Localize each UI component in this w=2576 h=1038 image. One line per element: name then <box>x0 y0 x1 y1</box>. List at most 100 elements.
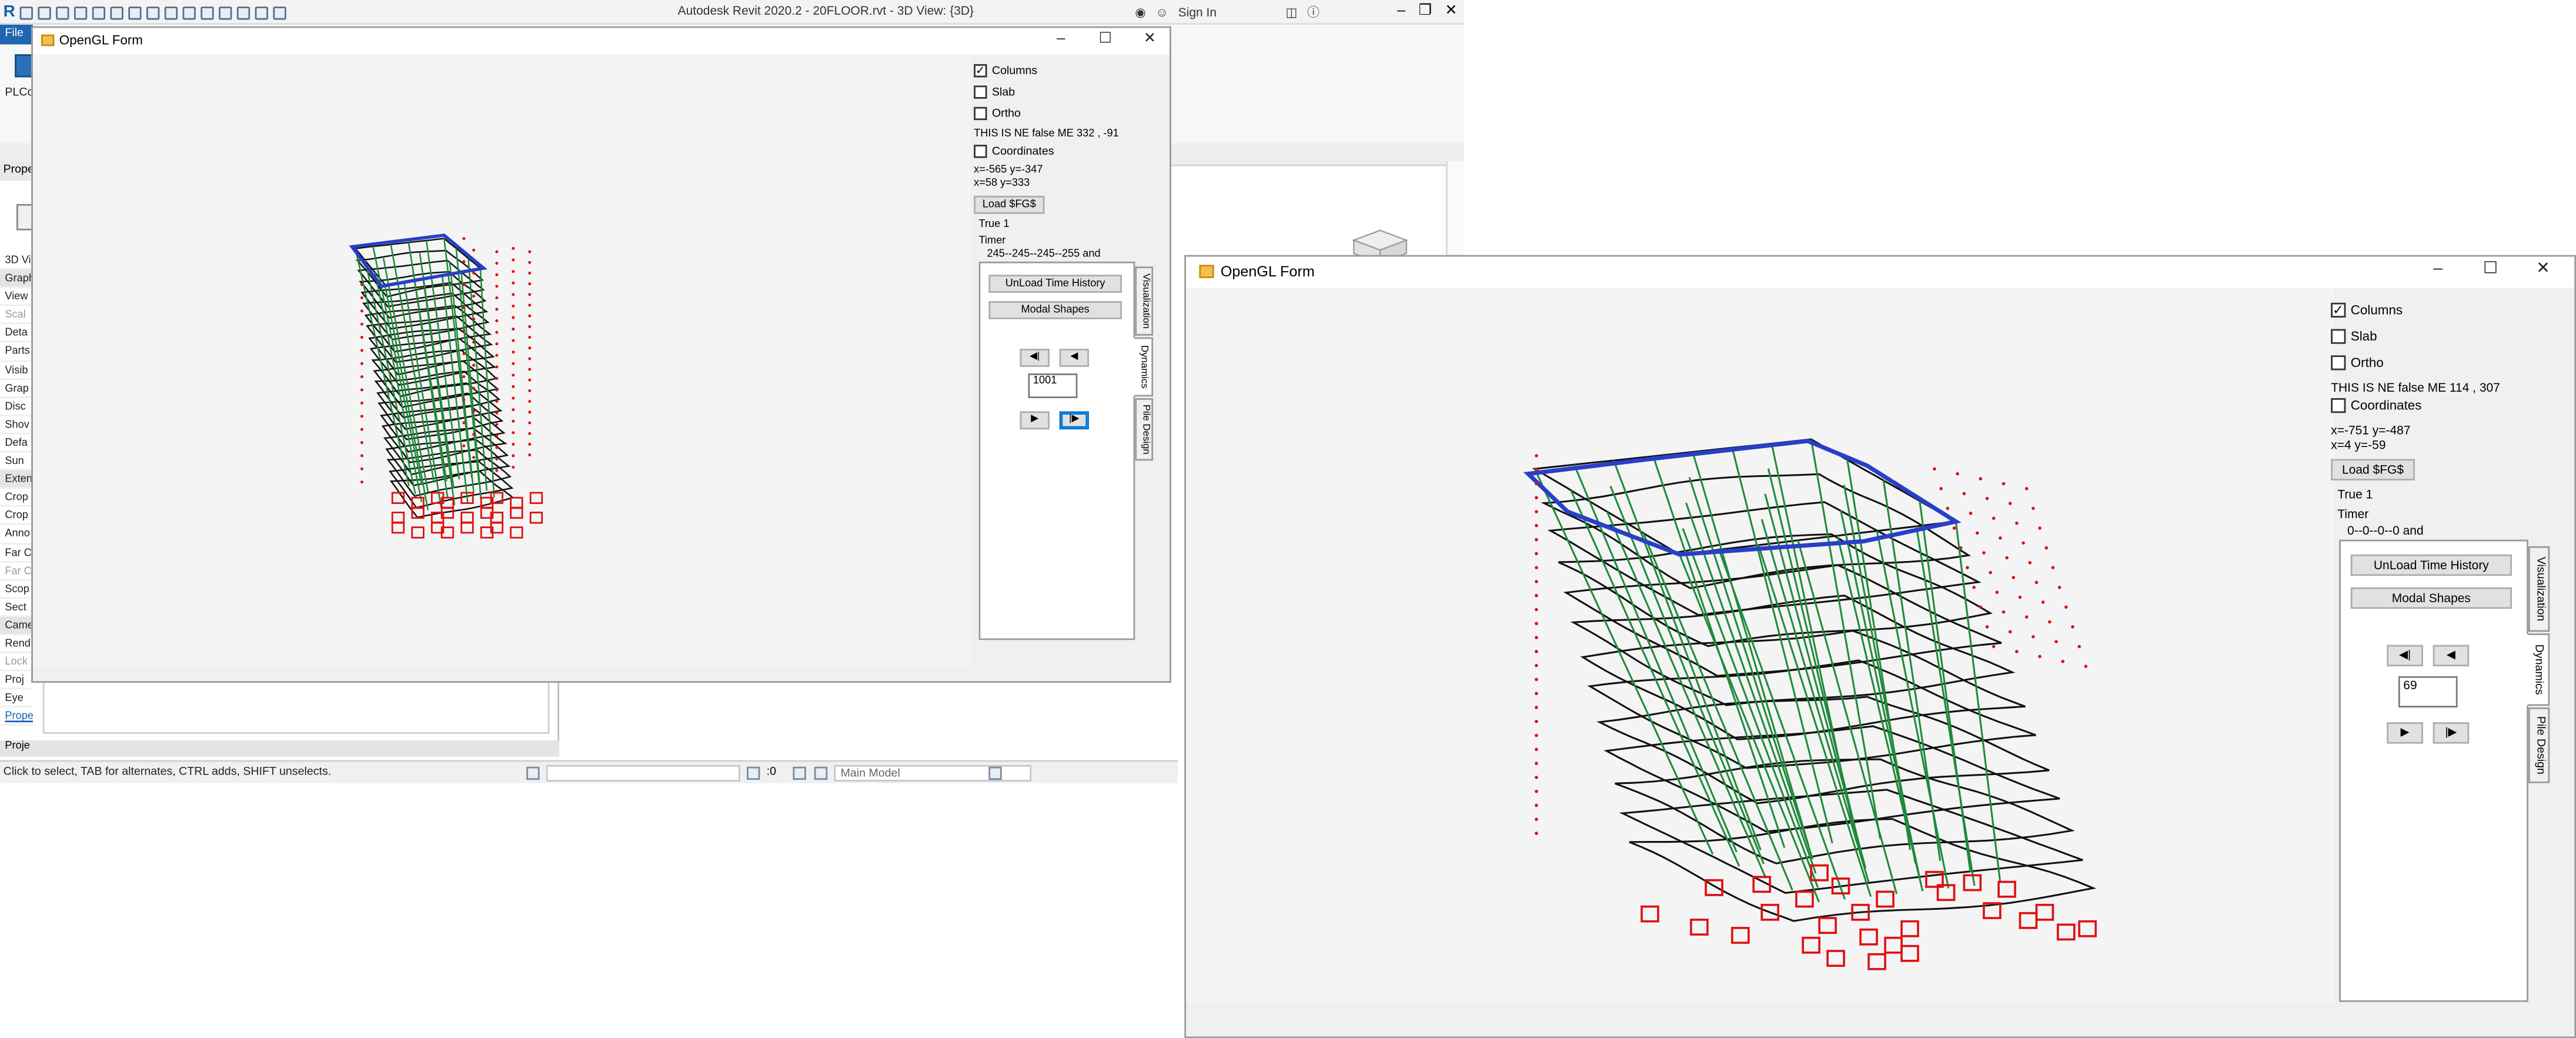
prop-row[interactable]: Parts <box>0 343 33 362</box>
first-frame-button[interactable]: ◀| <box>2387 645 2423 667</box>
prop-row[interactable]: Disc <box>0 398 33 416</box>
prop-row[interactable]: Crop <box>0 508 33 526</box>
prev-frame-button[interactable]: ◀ <box>2433 645 2470 667</box>
play-button[interactable]: ▶ <box>2387 722 2423 744</box>
prop-row[interactable]: Defa <box>0 434 33 453</box>
tab-pile-design[interactable]: Pile Design <box>1135 398 1154 461</box>
coordinates-checkbox[interactable] <box>974 145 987 158</box>
revit-minimize-icon[interactable]: – <box>1397 2 1405 20</box>
revit-close-icon[interactable]: ✕ <box>1445 2 1458 20</box>
switch-windows-icon[interactable] <box>273 5 287 19</box>
slab-checkbox-row[interactable]: Slab <box>974 85 1015 99</box>
properties-help-link[interactable]: Prope <box>0 708 33 726</box>
slab-checkbox-row[interactable]: Slab <box>2331 329 2377 344</box>
help-icon[interactable]: ⓘ <box>1307 4 1319 22</box>
prop-row[interactable]: Proj <box>0 672 33 690</box>
print-icon[interactable] <box>111 5 124 19</box>
thin-lines-icon[interactable] <box>237 5 250 19</box>
load-fg-button[interactable]: Load $FG$ <box>974 195 1045 214</box>
columns-checkbox-row[interactable]: Columns <box>2331 302 2403 318</box>
tab-pile-design[interactable]: Pile Design <box>2528 707 2550 783</box>
opengl-large-titlebar[interactable]: OpenGL Form – ☐ ✕ <box>1186 256 2575 288</box>
sign-in-link[interactable]: Sign In <box>1178 5 1217 19</box>
load-fg-button[interactable]: Load $FG$ <box>2331 459 2415 480</box>
unload-time-history-button[interactable]: UnLoad Time History <box>988 275 1122 293</box>
file-tab[interactable]: File <box>0 24 33 45</box>
prop-row[interactable]: Grap <box>0 379 33 398</box>
prop-row[interactable]: Anno <box>0 526 33 544</box>
prop-group[interactable]: Exten <box>0 470 33 489</box>
save-icon[interactable] <box>38 5 52 19</box>
modal-shapes-button[interactable]: Modal Shapes <box>2350 587 2512 609</box>
worksets-icon[interactable] <box>526 766 540 780</box>
sync-icon[interactable] <box>56 5 70 19</box>
prop-row[interactable]: Visib <box>0 361 33 380</box>
opengl-viewport-small[interactable] <box>32 54 971 667</box>
frame-number-input[interactable]: 1001 <box>1028 373 1078 399</box>
editable-icon[interactable] <box>747 766 760 780</box>
redo-icon[interactable] <box>92 5 106 19</box>
workset-combo[interactable] <box>546 765 740 782</box>
close-hidden-icon[interactable] <box>255 5 269 19</box>
building-3d-model[interactable] <box>33 54 971 666</box>
coordinates-checkbox[interactable] <box>2331 398 2346 413</box>
close-icon[interactable]: ✕ <box>2532 260 2555 278</box>
last-frame-button[interactable]: |▶ <box>1059 411 1090 430</box>
modal-shapes-button[interactable]: Modal Shapes <box>988 301 1122 319</box>
coordinates-checkbox-row[interactable]: Coordinates <box>2331 398 2421 413</box>
prop-row[interactable]: Rend <box>0 635 33 653</box>
ortho-checkbox[interactable] <box>974 106 987 121</box>
section-icon[interactable] <box>219 5 233 19</box>
minimize-icon[interactable]: – <box>2426 260 2449 278</box>
columns-checkbox[interactable] <box>974 64 987 78</box>
design-options-icon[interactable] <box>814 766 828 780</box>
open-icon[interactable] <box>20 5 34 19</box>
columns-checkbox-row[interactable]: Columns <box>974 64 1037 78</box>
close-icon[interactable]: ✕ <box>1138 29 1161 48</box>
binoculars-icon[interactable]: ◉ <box>1135 5 1145 19</box>
unload-time-history-button[interactable]: UnLoad Time History <box>2350 554 2512 576</box>
undo-icon[interactable] <box>74 5 88 19</box>
ortho-checkbox-row[interactable]: Ortho <box>2331 355 2384 371</box>
revit-logo-icon[interactable]: R <box>4 4 15 22</box>
tab-visualization[interactable]: Visualization <box>1135 266 1154 336</box>
building-3d-model[interactable] <box>1186 288 2334 1002</box>
tab-visualization[interactable]: Visualization <box>2528 546 2550 632</box>
revit-restore-icon[interactable]: ❐ <box>1419 2 1432 20</box>
prop-group[interactable]: Came <box>0 616 33 635</box>
prop-row[interactable]: Lock <box>0 653 33 672</box>
prop-row[interactable]: Sect <box>0 599 33 617</box>
prop-row[interactable]: Eye <box>0 690 33 708</box>
coordinates-checkbox-row[interactable]: Coordinates <box>974 145 1054 158</box>
prop-row[interactable]: View <box>0 288 33 307</box>
tab-dynamics[interactable]: Dynamics <box>2527 633 2550 706</box>
prop-row[interactable]: Deta <box>0 325 33 343</box>
ortho-checkbox[interactable] <box>2331 355 2346 371</box>
text-icon[interactable] <box>183 5 196 19</box>
cart-icon[interactable]: ◫ <box>1286 5 1298 19</box>
slab-checkbox[interactable] <box>974 85 987 99</box>
columns-checkbox[interactable] <box>2331 302 2346 318</box>
prop-row[interactable]: Sun <box>0 452 33 471</box>
ortho-checkbox-row[interactable]: Ortho <box>974 106 1021 121</box>
minimize-icon[interactable]: – <box>1050 29 1073 46</box>
project-browser-header[interactable]: Proje <box>0 740 560 757</box>
measure-icon[interactable] <box>128 5 142 19</box>
maximize-icon[interactable]: ☐ <box>1094 29 1117 48</box>
prop-row[interactable]: Scop <box>0 580 33 599</box>
slab-checkbox[interactable] <box>2331 329 2346 344</box>
prop-row[interactable]: Crop <box>0 489 33 508</box>
scroll-thumb-icon[interactable] <box>988 766 1002 780</box>
opengl-small-titlebar[interactable]: OpenGL Form – ☐ ✕ <box>32 28 1170 55</box>
prop-row[interactable]: Shov <box>0 416 33 435</box>
play-button[interactable]: ▶ <box>1020 411 1050 430</box>
tag-icon[interactable] <box>165 5 178 19</box>
tab-dynamics[interactable]: Dynamics <box>1133 337 1154 397</box>
prop-row[interactable]: 3D Vi <box>0 252 33 271</box>
dimension-icon[interactable] <box>146 5 161 19</box>
last-frame-button[interactable]: |▶ <box>2433 722 2470 744</box>
3d-view-icon[interactable] <box>201 5 215 19</box>
frame-number-input[interactable]: 69 <box>2398 676 2458 707</box>
filter-icon[interactable] <box>793 766 806 780</box>
prop-row[interactable]: Far C <box>0 562 33 580</box>
